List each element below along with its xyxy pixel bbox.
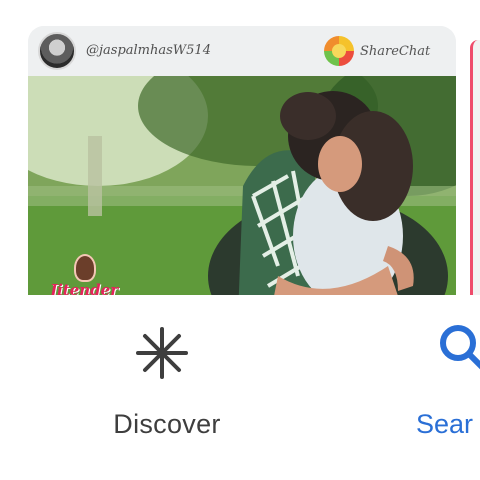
feed-card[interactable]: @jaspalmhasW514 ShareChat Jitender	[28, 26, 456, 316]
card-header: @jaspalmhasW514 ShareChat	[28, 26, 456, 76]
search-label: Sear	[416, 409, 474, 439]
bottom-nav: Discover Sear	[0, 295, 480, 480]
video-thumbnail[interactable]: Jitender	[28, 76, 456, 316]
sharechat-logo-icon	[324, 36, 354, 66]
app-name: ShareChat	[360, 44, 431, 59]
search-icon	[440, 325, 480, 370]
asterisk-icon	[136, 327, 188, 379]
user-avatar[interactable]	[38, 32, 76, 70]
watermark-figure-icon	[74, 254, 96, 282]
discover-label: Discover	[113, 409, 221, 439]
next-card-edge[interactable]	[470, 40, 480, 310]
nav-search[interactable]: Sear	[408, 315, 480, 439]
username[interactable]: @jaspalmhasW514	[86, 43, 211, 58]
nav-discover[interactable]: Discover	[84, 315, 254, 439]
